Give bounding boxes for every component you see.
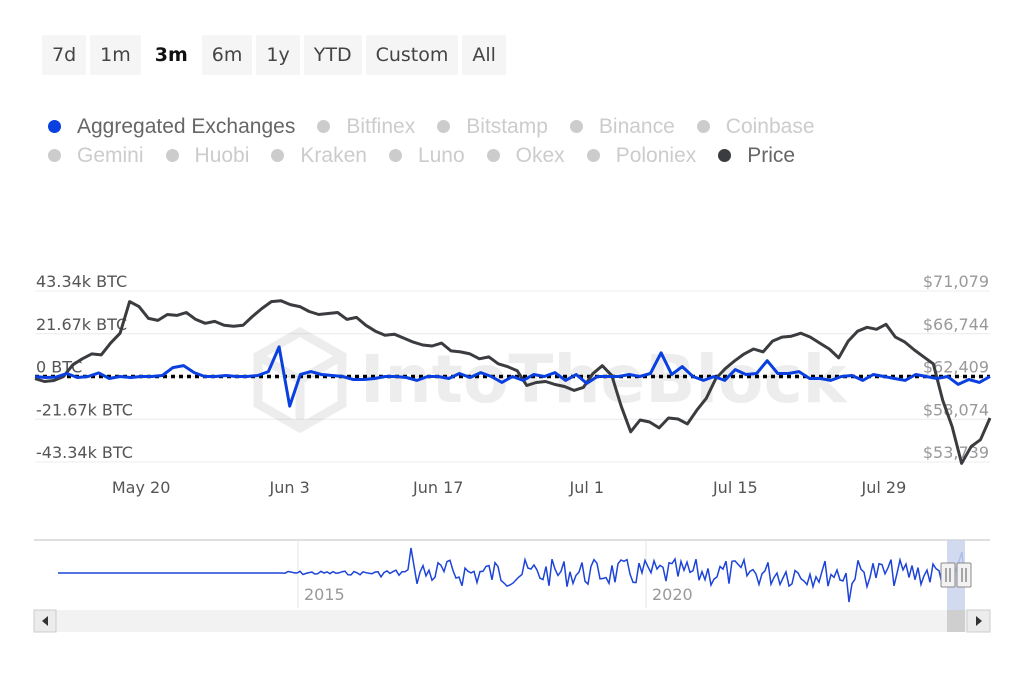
legend-dot-icon: [388, 149, 402, 162]
y-axis-label: -21.67k BTC: [36, 400, 133, 419]
watermark-text: IntoTheBlock: [360, 341, 849, 418]
x-axis-label: Jun 3: [269, 478, 310, 497]
range-button-1y[interactable]: 1y: [256, 35, 300, 75]
legend-dot-icon: [696, 120, 710, 133]
y-axis-label: 0 BTC: [36, 358, 82, 377]
legend-label: Price: [747, 143, 796, 167]
navigator-x-label: 2020: [652, 585, 693, 604]
legend-item-binance[interactable]: Binance: [569, 114, 675, 139]
x-axis-label: May 20: [112, 478, 171, 497]
legend-dot-icon: [271, 149, 285, 162]
range-button-6m[interactable]: 6m: [201, 35, 253, 75]
range-button-ytd[interactable]: YTD: [303, 35, 362, 75]
legend-label: Aggregated Exchanges: [77, 114, 296, 138]
range-selector: 7d 1m 3m 6m 1y YTD Custom All: [42, 35, 506, 75]
legend-item-aggregated-exchanges[interactable]: Aggregated Exchanges: [48, 114, 295, 139]
legend-label: Poloniex: [615, 143, 697, 167]
legend-dot-icon: [569, 120, 583, 133]
legend-item-poloniex[interactable]: Poloniex: [586, 143, 697, 168]
range-button-custom[interactable]: Custom: [365, 35, 459, 75]
legend-item-price[interactable]: Price: [718, 143, 795, 168]
legend-label: Huobi: [194, 143, 250, 167]
legend-label: Coinbase: [725, 114, 815, 138]
y2-axis-label: $71,079: [923, 272, 989, 291]
navigator-handle-left[interactable]: [940, 562, 956, 588]
y-axis-label: -43.34k BTC: [36, 443, 133, 462]
legend-item-kraken[interactable]: Kraken: [271, 143, 367, 168]
legend-dot-icon: [48, 149, 61, 162]
legend-label: Gemini: [77, 143, 144, 167]
legend-item-gemini[interactable]: Gemini: [48, 143, 144, 168]
legend-item-bitfinex[interactable]: Bitfinex: [317, 114, 415, 139]
x-axis-label: Jul 29: [861, 478, 907, 497]
watermark: IntoTheBlock: [253, 326, 849, 434]
legend-item-bitstamp[interactable]: Bitstamp: [437, 114, 548, 139]
legend-label: Kraken: [300, 143, 367, 167]
legend-dot-icon: [317, 120, 331, 133]
legend-item-luno[interactable]: Luno: [388, 143, 465, 168]
main-chart: IntoTheBlock 43.34k BTC 21.67k BTC 0 BTC -2…: [34, 272, 992, 497]
legend-dot-icon: [165, 149, 179, 162]
range-button-1m[interactable]: 1m: [90, 35, 141, 75]
scroll-left-button[interactable]: [33, 609, 57, 633]
scroll-right-button[interactable]: [966, 609, 991, 633]
y2-axis-label: $58,074: [923, 400, 989, 419]
y-axis-label: 21.67k BTC: [36, 315, 127, 334]
navigator-handle-right[interactable]: [956, 562, 972, 588]
range-button-3m[interactable]: 3m: [144, 35, 198, 75]
legend-dot-icon: [437, 120, 451, 133]
range-button-7d[interactable]: 7d: [42, 35, 87, 75]
navigator[interactable]: 2015 2020: [0, 530, 1024, 640]
legend-dot-icon: [586, 149, 600, 162]
legend-item-coinbase[interactable]: Coinbase: [696, 114, 815, 139]
legend-dot-icon: [48, 120, 61, 133]
navigator-x-label: 2015: [304, 585, 345, 604]
legend-item-okex[interactable]: Okex: [486, 143, 565, 168]
x-axis-label: Jul 15: [712, 478, 758, 497]
x-axis-label: Jun 17: [412, 478, 463, 497]
legend-label: Okex: [515, 143, 565, 167]
legend: Aggregated Exchanges Bitfinex Bitstamp Bina…: [48, 114, 908, 168]
legend-label: Binance: [598, 114, 675, 138]
legend-dot-icon: [486, 149, 500, 162]
legend-dot-icon: [718, 149, 732, 162]
scrollbar-track[interactable]: [34, 610, 990, 632]
scrollbar-thumb[interactable]: [947, 610, 965, 632]
y-axis-label: 43.34k BTC: [36, 272, 127, 291]
navigator-series-line: [58, 547, 965, 603]
range-button-all[interactable]: All: [462, 35, 506, 75]
x-axis-label: Jul 1: [568, 478, 604, 497]
y2-axis-label: $66,744: [923, 315, 989, 334]
legend-label: Bitfinex: [346, 114, 416, 138]
legend-label: Luno: [417, 143, 465, 167]
legend-item-huobi[interactable]: Huobi: [165, 143, 250, 168]
legend-label: Bitstamp: [466, 114, 548, 138]
